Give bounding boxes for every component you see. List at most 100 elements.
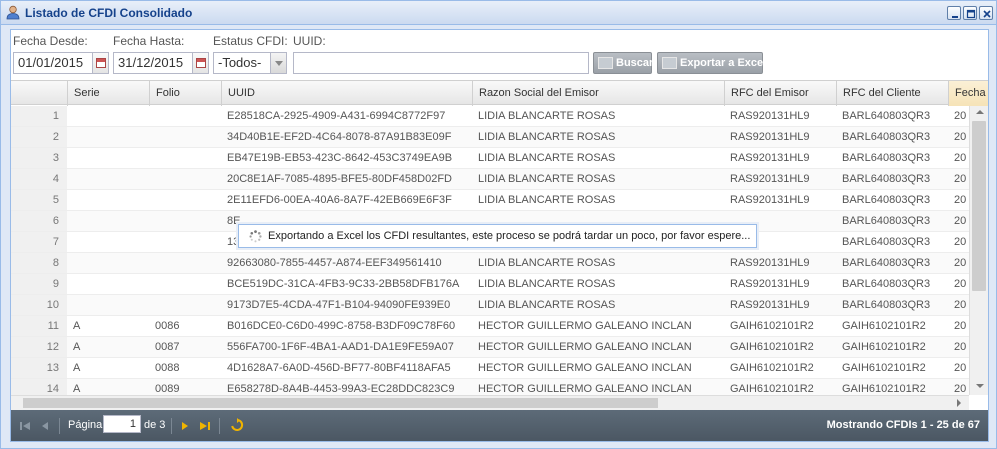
fecha-hasta-label: Fecha Hasta:	[113, 34, 185, 48]
cell-razon-social: LIDIA BLANCARTE ROSAS	[478, 173, 616, 185]
chevron-down-icon[interactable]	[270, 52, 287, 74]
cell-uuid: 4D1628A7-6A0D-456D-BF77-80BF4118AFA5	[227, 362, 451, 374]
maximize-icon[interactable]	[963, 6, 977, 20]
prev-page-icon[interactable]	[39, 420, 51, 432]
table-row[interactable]: 11 A 0086 B016DCE0-C6D0-499C-8758-B3DF09C78…	[11, 316, 969, 337]
buscar-button[interactable]: Buscar	[593, 52, 653, 74]
cell-serie	[67, 169, 149, 189]
cell-fecha: 20	[954, 299, 967, 311]
cell-serie: A	[73, 341, 81, 353]
fecha-desde-label: Fecha Desde:	[13, 34, 88, 48]
row-number: 3	[11, 148, 67, 168]
table-row[interactable]: 9 BCE519DC-31CA-4FB3-9C33-2BB58DFB176A LID…	[11, 274, 969, 295]
refresh-icon[interactable]	[230, 418, 244, 432]
cell-rfc-emisor: RAS920131HL9	[730, 194, 810, 206]
calendar-icon[interactable]	[92, 52, 109, 74]
cell-folio	[149, 295, 221, 315]
cell-razon-social: LIDIA BLANCARTE ROSAS	[478, 194, 616, 206]
cell-rfc-cliente: BARL640803QR3	[842, 194, 931, 206]
uuid-label: UUID:	[293, 34, 326, 48]
close-icon[interactable]	[979, 6, 993, 20]
column-header-rfc-emisor[interactable]: RFC del Emisor	[724, 81, 836, 106]
first-page-icon[interactable]	[19, 420, 31, 432]
cell-rfc-cliente: BARL640803QR3	[842, 110, 931, 122]
column-header-razon-social[interactable]: Razon Social del Emisor	[472, 81, 724, 106]
cell-uuid: 9173D7E5-4CDA-47F1-B104-94090FE939E0	[227, 299, 451, 311]
scroll-thumb[interactable]	[972, 121, 986, 291]
table-row[interactable]: 13 A 0088 4D1628A7-6A0D-456D-BF77-80BF4118A…	[11, 358, 969, 379]
cell-fecha: 20	[954, 278, 967, 290]
cell-serie	[67, 253, 149, 273]
vertical-scrollbar[interactable]	[969, 106, 988, 395]
cell-rfc-emisor: GAIH6102101R2	[730, 341, 814, 353]
row-number: 6	[11, 211, 67, 231]
last-page-icon[interactable]	[199, 420, 211, 432]
paging-status: Mostrando CFDIs 1 - 25 de 67	[826, 419, 980, 431]
column-header-rfc-cliente[interactable]: RFC del Cliente	[836, 81, 948, 106]
cell-rfc-cliente: GAIH6102101R2	[842, 362, 926, 374]
user-icon	[6, 5, 20, 20]
exportar-button[interactable]: Exportar a Excel	[657, 52, 767, 74]
fecha-hasta-input[interactable]: 31/12/2015	[113, 52, 193, 74]
row-number: 11	[11, 316, 67, 336]
table-row[interactable]: 3 EB47E19B-EB53-423C-8642-453C3749EA9B LID…	[11, 148, 969, 169]
filter-bar: Fecha Desde: 01/01/2015 Fecha Hasta: 31/…	[11, 30, 988, 80]
cell-fecha: 20	[954, 236, 967, 248]
scroll-right-icon[interactable]	[957, 399, 961, 407]
cell-rfc-cliente: BARL640803QR3	[842, 257, 931, 269]
table-row[interactable]: 8 92663080-7855-4457-A874-EEF349561410 LID…	[11, 253, 969, 274]
cell-folio	[149, 274, 221, 294]
table-row[interactable]: 4 20C8E1AF-7085-4895-BFE5-80DF458D02FD LID…	[11, 169, 969, 190]
horizontal-scrollbar[interactable]	[11, 395, 969, 410]
table-row[interactable]: 1 E28518CA-2925-4909-A431-6994C8772F97 LID…	[11, 106, 969, 127]
cell-razon-social: LIDIA BLANCARTE ROSAS	[478, 299, 616, 311]
cell-razon-social: LIDIA BLANCARTE ROSAS	[478, 257, 616, 269]
cell-rfc-emisor: RAS920131HL9	[730, 173, 810, 185]
cell-serie: A	[73, 362, 81, 374]
cell-fecha: 20	[954, 362, 967, 374]
cell-folio	[149, 106, 221, 126]
toolbar-separator	[59, 418, 60, 434]
column-header-serie[interactable]: Serie	[67, 81, 149, 106]
cell-razon-social: HECTOR GUILLERMO GALEANO INCLAN	[478, 362, 692, 374]
cell-rfc-cliente: GAIH6102101R2	[842, 341, 926, 353]
cell-fecha: 20	[954, 110, 967, 122]
estatus-select[interactable]: -Todos-	[213, 52, 271, 74]
cell-rfc-cliente: BARL640803QR3	[842, 236, 931, 248]
cell-serie: A	[73, 320, 81, 332]
cell-fecha: 20	[954, 131, 967, 143]
row-number: 2	[11, 127, 67, 147]
row-number: 9	[11, 274, 67, 294]
scroll-up-icon[interactable]	[976, 110, 984, 114]
cell-fecha: 20	[954, 152, 967, 164]
scroll-down-icon[interactable]	[976, 384, 984, 388]
column-header-fecha[interactable]: Fecha	[948, 81, 988, 106]
column-header-folio[interactable]: Folio	[149, 81, 221, 106]
table-row[interactable]: 5 2E11EFD6-00EA-40A6-8A7F-42EB669E6F3F LID…	[11, 190, 969, 211]
cell-serie	[67, 232, 149, 252]
page-number-input[interactable]: 1	[103, 415, 141, 433]
cell-uuid: E28518CA-2925-4909-A431-6994C8772F97	[227, 110, 446, 122]
cell-fecha: 20	[954, 341, 967, 353]
cell-serie	[67, 295, 149, 315]
table-row[interactable]: 12 A 0087 556FA700-1F6F-4BA1-AAD1-DA1E9FE59…	[11, 337, 969, 358]
exportar-label: Exportar a Excel	[680, 57, 767, 69]
cell-folio	[149, 211, 221, 231]
window-titlebar[interactable]: Listado de CFDI Consolidado	[1, 1, 996, 25]
cell-rfc-emisor: GAIH6102101R2	[730, 320, 814, 332]
cell-fecha: 20	[954, 320, 967, 332]
uuid-input[interactable]	[293, 52, 589, 74]
next-page-icon[interactable]	[179, 420, 191, 432]
cell-rfc-emisor: RAS920131HL9	[730, 131, 810, 143]
cell-folio: 0086	[155, 320, 180, 332]
grid-header: Serie Folio UUID Razon Social del Emisor…	[11, 80, 988, 106]
fecha-desde-input[interactable]: 01/01/2015	[13, 52, 93, 74]
cell-folio: 0087	[155, 341, 180, 353]
minimize-icon[interactable]	[947, 6, 961, 20]
cell-rfc-cliente: BARL640803QR3	[842, 152, 931, 164]
table-row[interactable]: 10 9173D7E5-4CDA-47F1-B104-94090FE939E0 LI…	[11, 295, 969, 316]
table-row[interactable]: 2 34D40B1E-EF2D-4C64-8078-87A91B83E09F LID…	[11, 127, 969, 148]
column-header-uuid[interactable]: UUID	[221, 81, 472, 106]
calendar-icon[interactable]	[192, 52, 209, 74]
scroll-thumb[interactable]	[23, 398, 658, 408]
